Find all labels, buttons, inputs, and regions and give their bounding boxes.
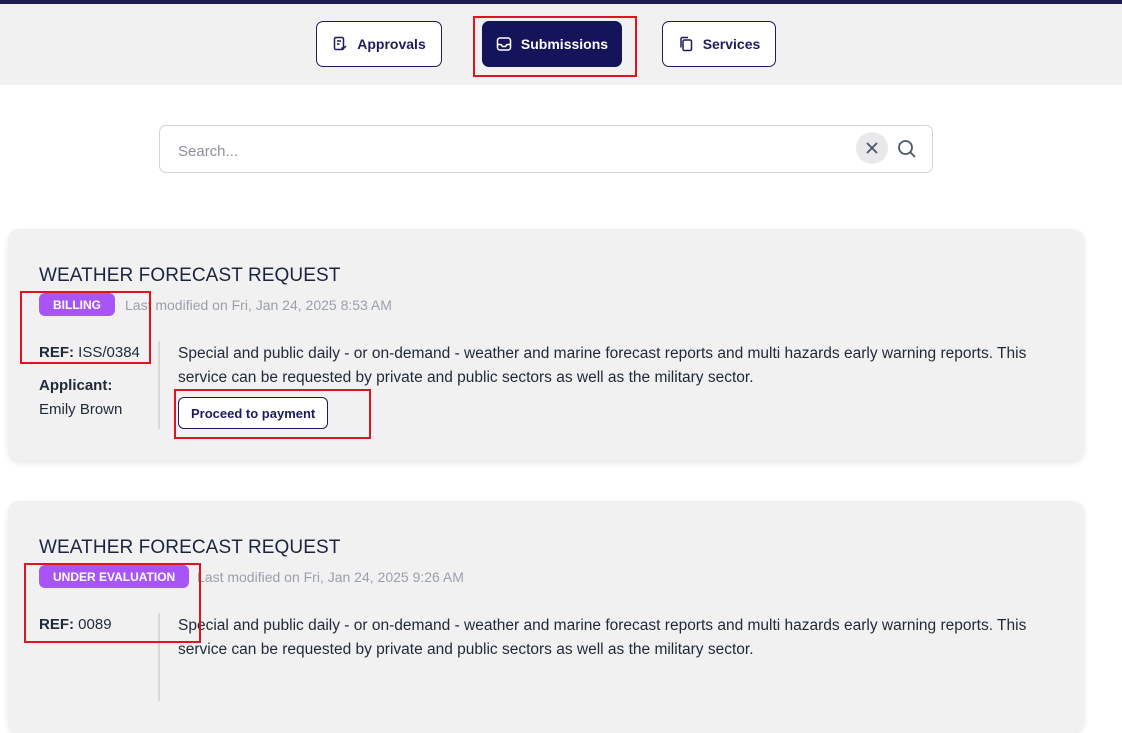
clear-search-button[interactable] [856, 132, 888, 164]
submission-card[interactable]: WEATHER FORECAST REQUEST BILLING Last mo… [8, 229, 1084, 461]
tab-services[interactable]: Services [662, 21, 776, 67]
service-description: Special and public daily - or on-demand … [178, 345, 1027, 386]
last-modified: Last modified on Fri, Jan 24, 2025 8:53 … [125, 297, 392, 313]
status-badge: UNDER EVALUATION [39, 565, 190, 588]
inbox-icon [496, 37, 512, 51]
submission-card[interactable]: WEATHER FORECAST REQUEST UNDER EVALUATIO… [8, 501, 1084, 733]
ref-value: 0089 [78, 616, 112, 633]
search-bar [159, 125, 933, 173]
status-badge: BILLING [39, 293, 115, 316]
card-title: WEATHER FORECAST REQUEST [39, 537, 341, 558]
divider [158, 341, 160, 429]
tab-approvals[interactable]: Approvals [316, 21, 442, 67]
applicant-label: Applicant: [39, 377, 113, 394]
proceed-to-payment-button[interactable]: Proceed to payment [178, 397, 329, 429]
tab-submissions[interactable]: Submissions [482, 21, 622, 67]
last-modified: Last modified on Fri, Jan 24, 2025 9:26 … [197, 569, 464, 585]
search-button[interactable] [896, 138, 918, 160]
tab-bar: Approvals Submissions Services [0, 4, 1122, 85]
approvals-icon [334, 36, 347, 51]
copy-icon [679, 36, 692, 52]
ref-value: ISS/0384 [78, 344, 140, 361]
card-title: WEATHER FORECAST REQUEST [39, 265, 341, 286]
ref-label: REF: [39, 344, 74, 361]
ref-label: REF: [39, 616, 74, 633]
service-description: Special and public daily - or on-demand … [178, 617, 1027, 658]
tab-services-label: Services [702, 36, 761, 52]
reference: REF: ISS/0384 [39, 344, 140, 361]
tab-approvals-label: Approvals [357, 36, 426, 52]
applicant-name: Emily Brown [39, 401, 123, 418]
reference: REF: 0089 [39, 616, 112, 633]
search-input[interactable] [176, 138, 840, 164]
divider [158, 613, 160, 701]
search-icon [898, 140, 916, 158]
tab-submissions-label: Submissions [520, 36, 609, 52]
close-icon [866, 142, 878, 154]
